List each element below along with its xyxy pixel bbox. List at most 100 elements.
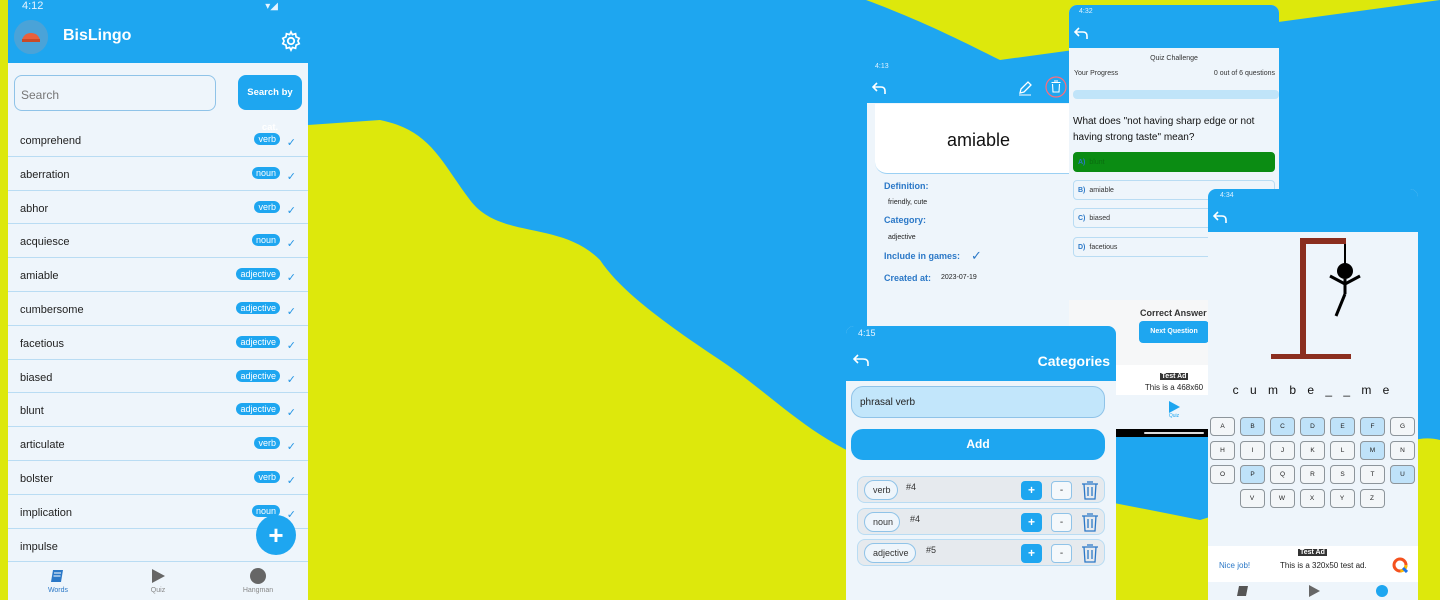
key-v[interactable]: V <box>1239 489 1265 508</box>
nav-quiz[interactable]: Quiz <box>108 568 208 594</box>
key-d[interactable]: D <box>1300 417 1325 436</box>
add-category-button[interactable]: Add <box>851 429 1105 460</box>
status-time: 4:34 <box>1220 192 1234 199</box>
key-p[interactable]: P <box>1240 465 1265 484</box>
key-n[interactable]: N <box>1390 441 1415 460</box>
list-item[interactable]: comprehend verb ✓ <box>8 123 308 157</box>
key-s[interactable]: S <box>1330 465 1355 484</box>
key-k[interactable]: K <box>1300 441 1325 460</box>
word-label: articulate <box>20 439 65 452</box>
ad-label: Test Ad <box>1298 549 1327 556</box>
decrement-button[interactable]: - <box>1051 544 1072 563</box>
word-list-screen: 4:12 ▾◢ BisLingo Search Search by cat. c… <box>8 0 308 600</box>
key-f[interactable]: F <box>1360 417 1385 436</box>
list-item[interactable]: amiable adjective ✓ <box>8 258 308 292</box>
back-arrow-icon[interactable] <box>1213 210 1227 224</box>
key-o[interactable]: O <box>1210 465 1235 484</box>
question-text: What does "not having sharp edge or not … <box>1073 116 1255 143</box>
list-item[interactable]: biased adjective ✓ <box>8 360 308 394</box>
key-h[interactable]: H <box>1210 441 1235 460</box>
key-t[interactable]: T <box>1360 465 1385 484</box>
list-item[interactable]: articulate verb ✓ <box>8 427 308 461</box>
option-text: biased <box>1089 215 1111 222</box>
next-question-button[interactable]: Next Question <box>1139 321 1209 343</box>
list-item[interactable]: cumbersome adjective ✓ <box>8 292 308 326</box>
key-m[interactable]: M <box>1360 441 1385 460</box>
circle-icon <box>250 568 266 584</box>
key-x[interactable]: X <box>1299 489 1325 508</box>
nav-words[interactable]: Words <box>8 568 108 594</box>
definition-value: friendly, cute <box>888 199 928 206</box>
gallows-drawing <box>1271 238 1361 359</box>
decrement-button[interactable]: - <box>1051 513 1072 532</box>
list-item[interactable]: acquiesce noun ✓ <box>8 224 308 259</box>
category-value: adjective <box>888 234 916 241</box>
search-by-category-button[interactable]: Search by cat. <box>238 75 302 133</box>
created-at-label: Created at: <box>884 273 932 283</box>
key-w[interactable]: W <box>1269 489 1295 508</box>
ad-text[interactable]: This is a 320x50 test ad. <box>1280 561 1367 570</box>
key-c[interactable]: C <box>1270 417 1295 436</box>
key-j[interactable]: J <box>1270 441 1295 460</box>
back-arrow-icon[interactable] <box>1074 26 1088 40</box>
app-logo-icon <box>14 20 48 54</box>
word-list: comprehend verb ✓ aberration noun ✓ abhor ver… <box>8 123 308 563</box>
category-input[interactable]: phrasal verb <box>851 386 1105 418</box>
nav-hangman[interactable]: Hangman <box>208 568 308 594</box>
decrement-button[interactable]: - <box>1051 481 1072 500</box>
category-badge: adjective <box>236 301 280 314</box>
key-q[interactable]: Q <box>1270 465 1295 484</box>
key-b[interactable]: B <box>1240 417 1265 436</box>
word-label: facetious <box>20 337 65 350</box>
check-icon: ✓ <box>286 137 296 149</box>
list-item[interactable]: bolster verb ✓ <box>8 461 308 495</box>
edit-pencil-icon[interactable] <box>1017 80 1033 96</box>
nav-quiz[interactable]: Quiz <box>1159 401 1189 419</box>
list-item[interactable]: facetious adjective ✓ <box>8 326 308 360</box>
key-z[interactable]: Z <box>1359 489 1385 508</box>
trash-icon[interactable] <box>1081 543 1099 563</box>
ad-logo-icon[interactable] <box>1392 557 1408 573</box>
option-text: amiable <box>1089 187 1114 194</box>
category-count: #5 <box>926 545 937 555</box>
circle-icon[interactable] <box>1376 585 1388 597</box>
settings-gear-icon[interactable] <box>280 30 302 52</box>
word-label: implication <box>20 506 72 519</box>
add-word-button[interactable]: + <box>256 515 296 555</box>
search-input[interactable]: Search <box>14 75 216 111</box>
word-card: amiable <box>875 104 1082 174</box>
key-y[interactable]: Y <box>1329 489 1355 508</box>
bottom-nav <box>1208 582 1418 600</box>
option-a[interactable]: A) blunt <box>1073 152 1275 172</box>
back-arrow-icon[interactable] <box>872 81 886 95</box>
back-arrow-icon[interactable] <box>853 353 869 367</box>
trash-icon[interactable] <box>1081 512 1099 532</box>
category-badge: noun <box>251 234 280 247</box>
progress-label: Your Progress <box>1074 70 1119 77</box>
key-g[interactable]: G <box>1390 417 1415 436</box>
list-item[interactable]: abhor verb ✓ <box>8 191 308 225</box>
key-e[interactable]: E <box>1330 417 1355 436</box>
status-bar: 4:34 <box>1208 189 1418 202</box>
play-icon[interactable] <box>1308 585 1320 597</box>
check-icon: ✓ <box>286 238 296 251</box>
status-bar: 4:32 <box>1069 5 1279 18</box>
signal-icon: ▾◢ <box>265 1 278 12</box>
delete-trash-icon[interactable] <box>1045 76 1067 98</box>
list-item[interactable]: blunt adjective ✓ <box>8 393 308 428</box>
category-badge: adjective <box>236 268 280 281</box>
increment-button[interactable]: + <box>1021 544 1042 563</box>
option-text: blunt <box>1089 159 1105 166</box>
list-item[interactable]: aberration noun ✓ <box>8 157 308 191</box>
key-i[interactable]: I <box>1240 441 1265 460</box>
key-r[interactable]: R <box>1300 465 1325 484</box>
increment-button[interactable]: + <box>1021 481 1042 500</box>
key-a[interactable]: A <box>1210 417 1235 436</box>
increment-button[interactable]: + <box>1021 513 1042 532</box>
trash-icon[interactable] <box>1081 480 1099 500</box>
key-u[interactable]: U <box>1390 465 1415 484</box>
category-badge: noun <box>251 166 280 179</box>
key-l[interactable]: L <box>1330 441 1355 460</box>
app-bar: BisLingo <box>8 14 308 63</box>
book-icon[interactable] <box>1237 585 1249 597</box>
